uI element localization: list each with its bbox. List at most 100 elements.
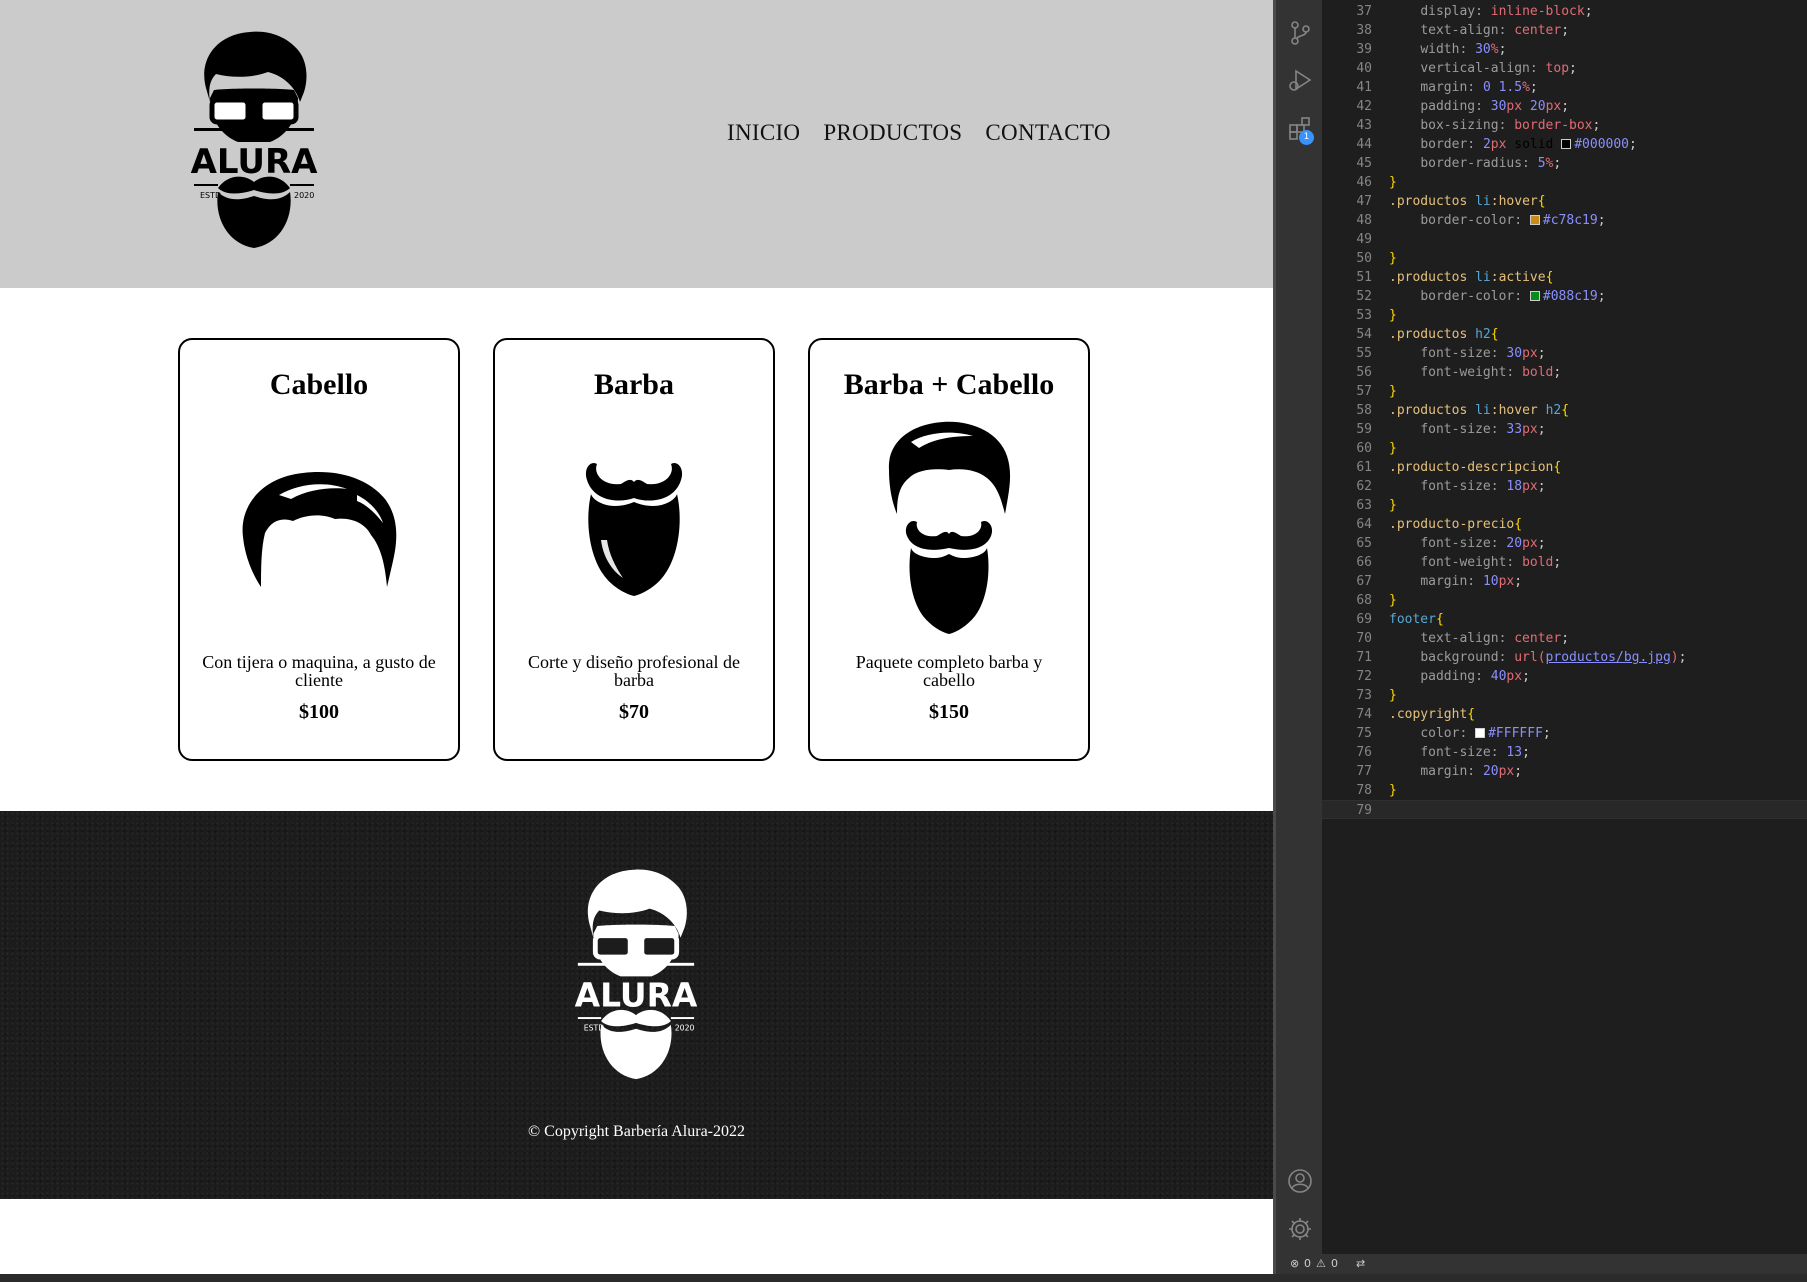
code-line[interactable]: 65 font-size: 20px; [1322, 534, 1807, 553]
line-number: 46 [1356, 175, 1372, 190]
product-card-barba-cabello[interactable]: Barba + Cabello Paquete completo barba y… [808, 338, 1090, 761]
line-number: 55 [1356, 346, 1372, 361]
line-text: margin: 20px; [1420, 764, 1523, 779]
code-line[interactable]: 73} [1322, 686, 1807, 705]
code-line[interactable]: 74 .copyright{ [1322, 705, 1807, 724]
warning-icon[interactable]: ⚠ [1316, 1257, 1326, 1270]
code-line[interactable]: 60} [1322, 439, 1807, 458]
line-text: font-size: 30px; [1420, 346, 1546, 361]
code-line[interactable]: 41 margin: 0 1.5%; [1322, 78, 1807, 97]
product-title: Cabello [269, 368, 369, 401]
code-line[interactable]: 56 font-weight: bold; [1322, 363, 1807, 382]
code-editor[interactable]: 37 display: inline-block; 38 text-align: … [1322, 0, 1807, 1254]
code-line[interactable]: 40 vertical-align: top; [1322, 59, 1807, 78]
line-text: } [1389, 384, 1397, 399]
line-number: 64 [1356, 517, 1372, 532]
line-text: } [1389, 441, 1397, 456]
code-line[interactable]: 70 text-align: center; [1322, 629, 1807, 648]
live-share-icon[interactable]: ⇄ [1356, 1257, 1365, 1270]
code-line[interactable]: 78} [1322, 781, 1807, 800]
line-number: 41 [1356, 80, 1372, 95]
errors-icon[interactable]: ⊗ [1290, 1257, 1299, 1270]
code-line[interactable]: 67 margin: 10px; [1322, 572, 1807, 591]
code-line[interactable]: 53} [1322, 306, 1807, 325]
code-line[interactable]: 49 [1322, 230, 1807, 249]
line-text: padding: 30px 20px; [1420, 99, 1570, 114]
code-line[interactable]: 52 border-color: #088c19; [1322, 287, 1807, 306]
line-number: 49 [1356, 232, 1372, 247]
line-text: margin: 10px; [1420, 574, 1523, 589]
code-line[interactable]: 79 [1322, 800, 1807, 819]
line-number: 58 [1356, 403, 1372, 418]
line-number: 61 [1356, 460, 1372, 475]
line-number: 70 [1356, 631, 1372, 646]
account-icon[interactable] [1287, 1168, 1313, 1194]
code-line[interactable]: 57} [1322, 382, 1807, 401]
code-line[interactable]: 66 font-weight: bold; [1322, 553, 1807, 572]
code-line[interactable]: 58 .productos li:hover h2{ [1322, 401, 1807, 420]
line-text: } [1389, 175, 1397, 190]
code-line[interactable]: 72 padding: 40px; [1322, 667, 1807, 686]
code-line[interactable]: 47 .productos li:hover{ [1322, 192, 1807, 211]
code-line[interactable]: 75 color: #FFFFFF; [1322, 724, 1807, 743]
code-line[interactable]: 54 .productos h2{ [1322, 325, 1807, 344]
product-card-cabello[interactable]: Cabello Con tijera o maquina, a gusto de… [178, 338, 460, 761]
code-line[interactable]: 69 footer{ [1322, 610, 1807, 629]
line-number: 67 [1356, 574, 1372, 589]
line-number: 57 [1356, 384, 1372, 399]
code-line[interactable]: 39 width: 30%; [1322, 40, 1807, 59]
code-line[interactable]: 76 font-size: 13; [1322, 743, 1807, 762]
nav-contacto[interactable]: CONTACTO [985, 120, 1110, 146]
run-debug-icon[interactable] [1287, 67, 1313, 93]
code-line[interactable]: 48 border-color: #c78c19; [1322, 211, 1807, 230]
line-number: 62 [1356, 479, 1372, 494]
line-text: .productos li:hover h2{ [1389, 403, 1570, 418]
line-number: 56 [1356, 365, 1372, 380]
code-line[interactable]: 51 .productos li:active{ [1322, 268, 1807, 287]
line-number: 77 [1356, 764, 1372, 779]
error-count: 0 [1304, 1257, 1311, 1270]
code-line[interactable]: 62 font-size: 18px; [1322, 477, 1807, 496]
code-line[interactable]: 42 padding: 30px 20px; [1322, 97, 1807, 116]
code-line[interactable]: 45 border-radius: 5%; [1322, 154, 1807, 173]
line-number: 74 [1356, 707, 1372, 722]
code-line[interactable]: 37 display: inline-block; [1322, 2, 1807, 21]
code-line[interactable]: 38 text-align: center; [1322, 21, 1807, 40]
line-text: .productos li:active{ [1389, 270, 1554, 285]
code-line[interactable]: 63} [1322, 496, 1807, 515]
product-title: Barba [593, 368, 674, 401]
code-line[interactable]: 71 background: url(productos/bg.jpg); [1322, 648, 1807, 667]
line-number: 68 [1356, 593, 1372, 608]
line-number: 72 [1356, 669, 1372, 684]
code-line[interactable]: 61 .producto-descripcion{ [1322, 458, 1807, 477]
copyright-text: © Copyright Barbería Alura-2022 [528, 1123, 745, 1140]
code-line[interactable]: 43 box-sizing: border-box; [1322, 116, 1807, 135]
code-line[interactable]: 46} [1322, 173, 1807, 192]
line-text: font-size: 13; [1420, 745, 1530, 760]
settings-gear-icon[interactable] [1287, 1216, 1313, 1242]
product-card-barba[interactable]: Barba Corte y diseño profesional de barb… [493, 338, 775, 761]
code-line[interactable]: 59 font-size: 33px; [1322, 420, 1807, 439]
line-number: 51 [1356, 270, 1372, 285]
alura-logo-footer[interactable]: ALURA ESTD 2020 [572, 866, 700, 1081]
code-line[interactable]: 77 margin: 20px; [1322, 762, 1807, 781]
code-line[interactable]: 55 font-size: 30px; [1322, 344, 1807, 363]
line-text: footer{ [1389, 612, 1444, 627]
product-price: $150 [929, 701, 969, 723]
code-line[interactable]: 68} [1322, 591, 1807, 610]
svg-text:ALURA: ALURA [575, 975, 698, 1014]
alura-logo[interactable]: ALURA ESTD 2020 [188, 28, 320, 250]
line-number: 75 [1356, 726, 1372, 741]
line-text: font-size: 20px; [1420, 536, 1546, 551]
code-line[interactable]: 50} [1322, 249, 1807, 268]
line-number: 65 [1356, 536, 1372, 551]
line-text: .productos li:hover{ [1389, 194, 1546, 209]
source-control-icon[interactable] [1287, 20, 1313, 46]
line-text: .producto-descripcion{ [1389, 460, 1562, 475]
code-line[interactable]: 64 .producto-precio{ [1322, 515, 1807, 534]
line-number: 71 [1356, 650, 1372, 665]
nav-productos[interactable]: PRODUCTOS [823, 120, 962, 146]
code-line[interactable]: 44 border: 2px solid #000000; [1322, 135, 1807, 154]
hair-and-beard-icon [888, 421, 1011, 634]
nav-inicio[interactable]: INICIO [727, 120, 800, 146]
